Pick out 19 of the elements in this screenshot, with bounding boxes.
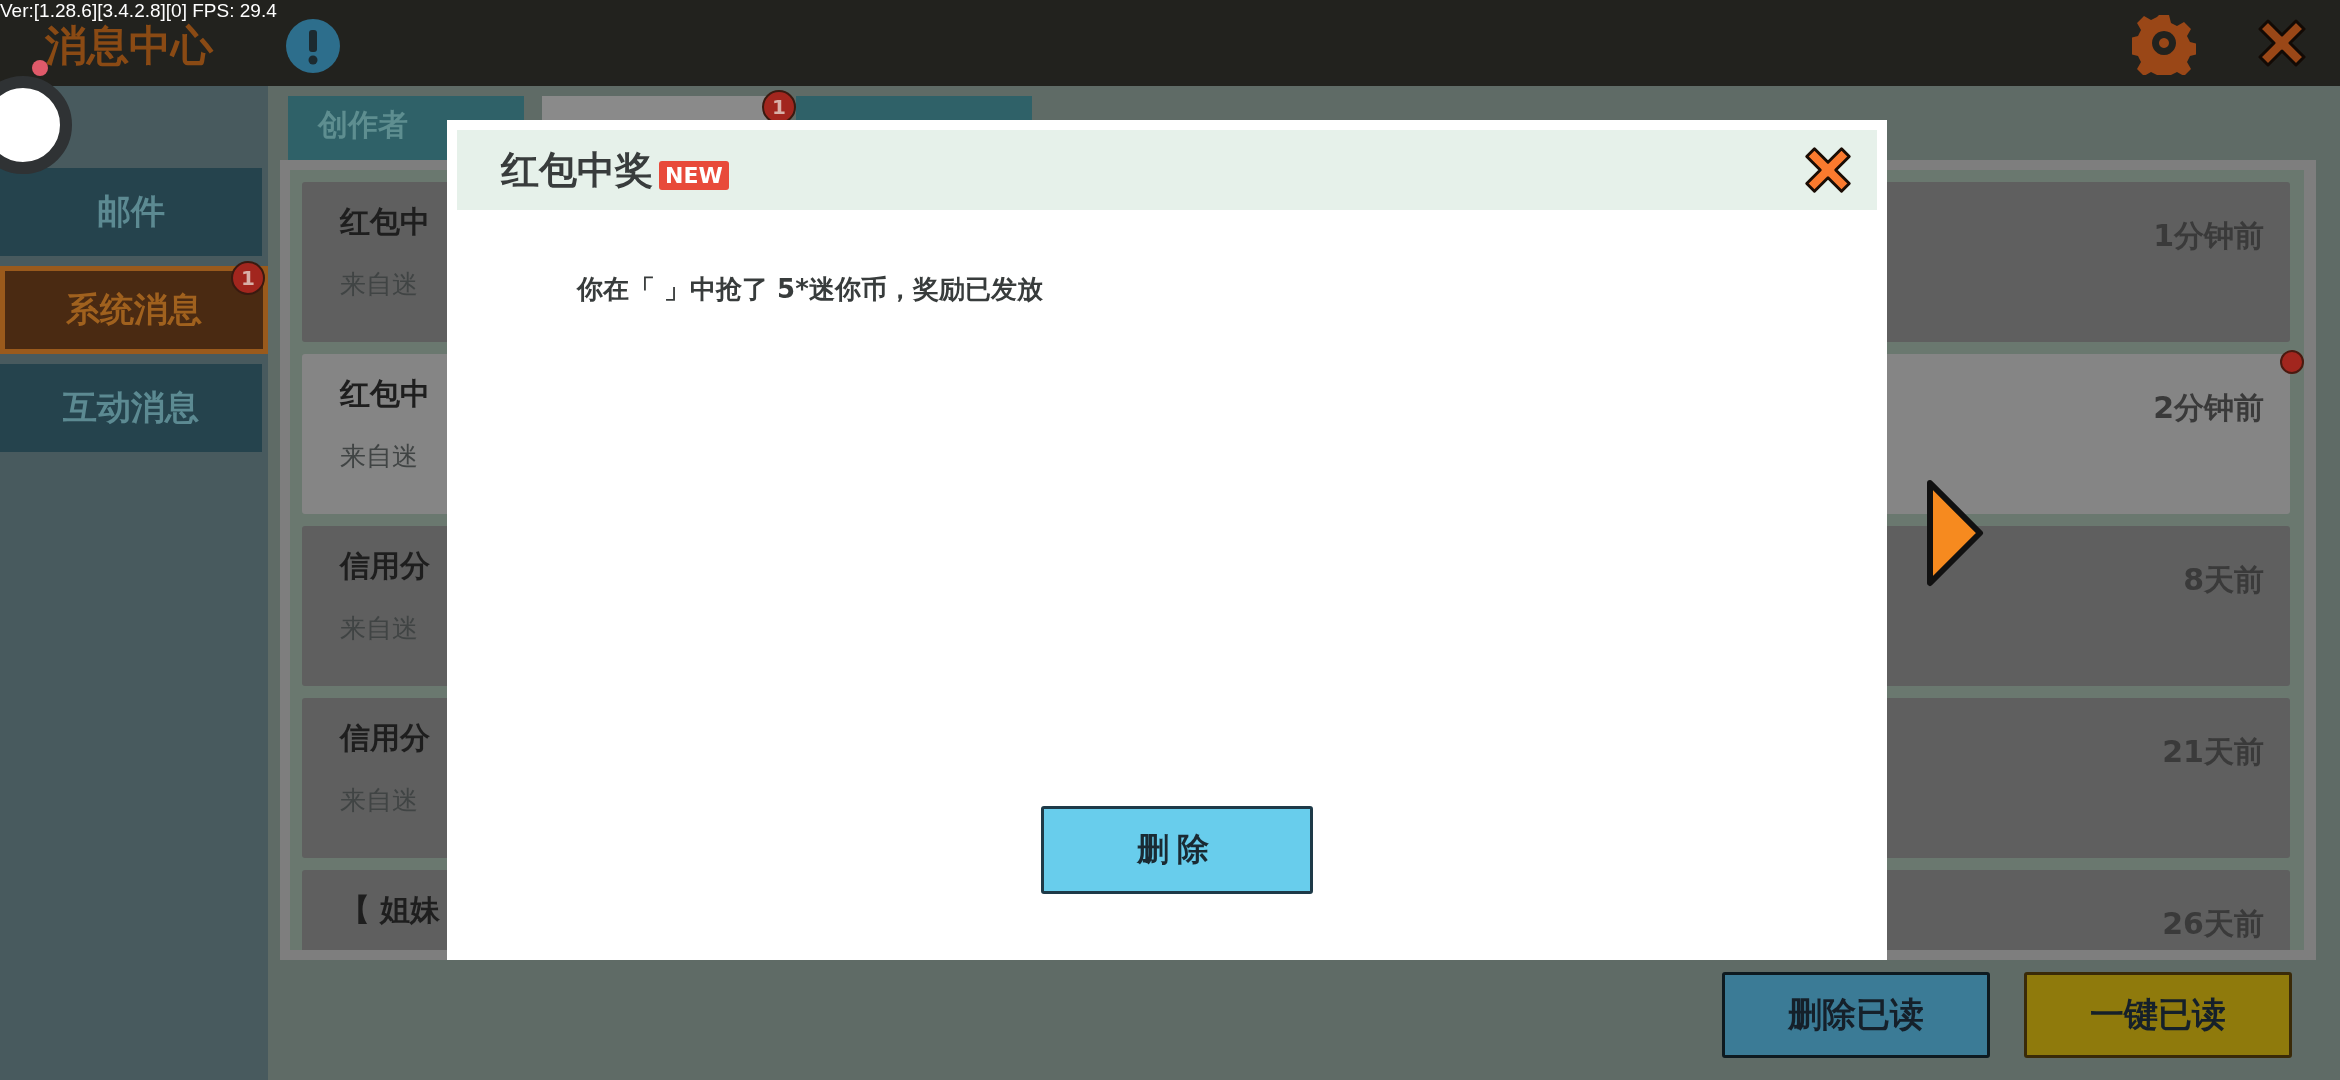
message-source: 来自迷 xyxy=(340,440,419,473)
sidebar-item[interactable]: 邮件 xyxy=(0,168,262,256)
page-title: 消息中心 xyxy=(45,20,213,72)
message-title: 信用分 xyxy=(340,547,430,585)
action-button[interactable]: 删除已读 xyxy=(1722,972,1990,1058)
message-title: 红包中 xyxy=(340,203,430,241)
sidebar-item[interactable]: 互动消息 xyxy=(0,364,262,452)
message-time: 2分钟前 xyxy=(2153,389,2264,427)
play-arrow-icon[interactable] xyxy=(1925,478,1985,588)
new-badge: NEW xyxy=(659,160,729,190)
action-button[interactable]: 一键已读 xyxy=(2024,972,2292,1058)
dialog-message: 你在「 」中抢了 5*迷你币，奖励已发放 xyxy=(577,274,1043,304)
debug-overlay: Ver:[1.28.6][3.4.2.8][0] FPS: 29.4 xyxy=(0,0,277,21)
info-icon[interactable] xyxy=(285,18,341,74)
delete-button[interactable]: 删除 xyxy=(1041,806,1313,894)
message-title: 红包中 xyxy=(340,375,430,413)
count-badge: 1 xyxy=(231,261,265,295)
message-title: 信用分 xyxy=(340,719,430,757)
message-title: 【 姐妹 xyxy=(340,891,441,929)
